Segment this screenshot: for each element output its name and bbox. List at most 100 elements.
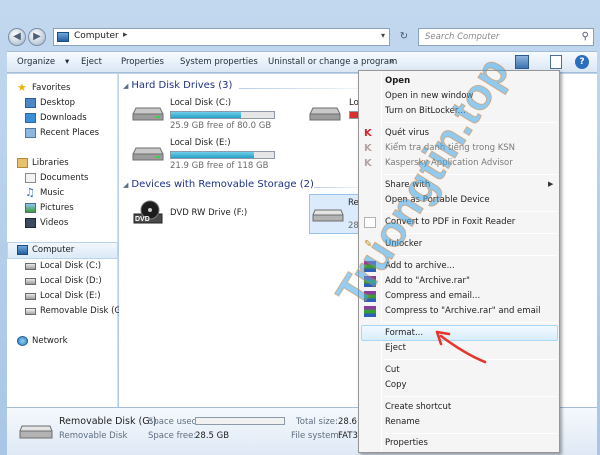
sidebar-item-label: Pictures — [40, 203, 74, 213]
explorer-window: ◀ ▶ Computer ▸ ▾ ↻ Search Computer ⚲ Org… — [0, 0, 600, 455]
menu-item-convert-pdf[interactable]: Convert to PDF in Foxit Reader — [385, 217, 515, 227]
menu-item-open[interactable]: Open — [385, 76, 410, 86]
usb-drive-icon — [25, 308, 36, 315]
forward-button[interactable]: ▶ — [28, 28, 46, 46]
drive-local-disk-d[interactable]: Lo — [309, 98, 359, 138]
sidebar-item-label: Libraries — [32, 158, 69, 168]
menu-separator — [383, 396, 557, 397]
sidebar-item-label: Favorites — [32, 83, 71, 93]
winrar-icon — [364, 261, 376, 272]
context-menu: Open Open in new window Turn on BitLocke… — [358, 70, 560, 453]
videos-icon — [25, 218, 36, 228]
menu-item-kaspersky-advisor[interactable]: Kaspersky Application Advisor — [385, 158, 513, 168]
search-input[interactable]: Search Computer ⚲ — [418, 28, 594, 46]
menu-item-open-new-window[interactable]: Open in new window — [385, 91, 473, 101]
drive-name: Local Disk (C:) — [170, 98, 232, 108]
search-icon[interactable]: ⚲ — [582, 31, 589, 42]
sidebar-item-label: Local Disk (D:) — [40, 276, 102, 286]
drive-local-disk-c[interactable]: Local Disk (C:) 25.9 GB free of 80.0 GB — [132, 98, 292, 138]
menu-item-rename[interactable]: Rename — [385, 417, 420, 427]
group-header-removable[interactable]: ◢ Devices with Removable Storage (2) — [123, 179, 314, 190]
drive-local-disk-e[interactable]: Local Disk (E:) 21.9 GB free of 118 GB — [132, 138, 292, 178]
menu-item-scan-virus[interactable]: Quét virus — [385, 128, 429, 138]
space-free-label: Space free: — [148, 431, 197, 441]
sidebar-item-label: Network — [32, 336, 68, 346]
desktop-icon — [25, 98, 36, 108]
menu-item-properties[interactable]: Properties — [385, 438, 428, 448]
menu-item-add-to-archive-rar[interactable]: Add to "Archive.rar" — [385, 276, 470, 286]
sidebar-item-label: Local Disk (E:) — [40, 291, 101, 301]
hard-drive-icon — [132, 107, 164, 121]
winrar-icon — [364, 276, 376, 287]
sidebar-item-label: Computer — [32, 245, 75, 255]
menu-item-add-to-archive[interactable]: Add to archive... — [385, 261, 455, 271]
sidebar-item-label: Recent Places — [40, 128, 100, 138]
drive-name: DVD RW Drive (F:) — [170, 208, 248, 218]
menu-item-eject[interactable]: Eject — [385, 343, 406, 353]
libraries-icon — [17, 158, 28, 168]
drive-dvd-rw[interactable]: DVD DVD RW Drive (F:) — [132, 198, 292, 238]
menu-item-compress-rar-email[interactable]: Compress to "Archive.rar" and email — [385, 306, 541, 316]
menu-separator — [383, 255, 557, 256]
winrar-icon — [364, 306, 376, 317]
recent-places-icon — [25, 128, 36, 138]
change-view-icon[interactable] — [515, 55, 529, 69]
help-icon[interactable]: ? — [575, 55, 589, 69]
collapse-icon[interactable]: ◢ — [123, 82, 128, 90]
preview-pane-icon[interactable] — [550, 55, 562, 69]
space-used-label: Space used: — [148, 417, 200, 427]
menu-item-turn-on-bitlocker[interactable]: Turn on BitLocker... — [385, 106, 466, 116]
breadcrumb-chevron-icon[interactable]: ▸ — [123, 30, 128, 40]
sidebar-item-label: Local Disk (C:) — [40, 261, 102, 271]
usb-drive-icon — [312, 209, 344, 222]
menu-item-copy[interactable]: Copy — [385, 380, 407, 390]
menu-item-open-portable[interactable]: Open as Portable Device — [385, 195, 490, 205]
file-system-label: File system: — [291, 431, 342, 441]
refresh-icon[interactable]: ↻ — [395, 28, 413, 46]
space-used-bar — [195, 417, 285, 425]
menu-item-cut[interactable]: Cut — [385, 365, 400, 375]
sidebar-item-label: Desktop — [40, 98, 76, 108]
address-toolbar: ◀ ▶ Computer ▸ ▾ ↻ Search Computer ⚲ — [0, 24, 600, 50]
network-icon — [17, 336, 28, 346]
address-bar[interactable]: Computer ▸ ▾ — [53, 28, 390, 46]
breadcrumb[interactable]: Computer — [74, 31, 119, 41]
menu-item-share-with[interactable]: Share with — [385, 180, 430, 190]
drive-free-space: 25.9 GB free of 80.0 GB — [170, 121, 272, 131]
dvd-label: DVD — [135, 216, 150, 223]
collapse-icon[interactable]: ◢ — [123, 181, 128, 189]
kaspersky-reputation-icon: K — [364, 143, 372, 154]
drive-icon — [25, 278, 36, 285]
more-commands-button[interactable]: » — [389, 57, 394, 67]
total-size-label: Total size: — [296, 417, 338, 427]
system-properties-button[interactable]: System properties — [180, 57, 258, 67]
menu-separator — [383, 211, 557, 212]
winrar-icon — [364, 291, 376, 302]
drive-name: Local Disk (E:) — [170, 138, 231, 148]
documents-icon — [25, 173, 36, 183]
back-button[interactable]: ◀ — [8, 28, 26, 46]
group-divider — [239, 88, 359, 89]
organize-button[interactable]: Organize — [17, 57, 55, 67]
computer-icon — [17, 245, 28, 255]
menu-item-check-reputation[interactable]: Kiểm tra danh tiếng trong KSN — [385, 143, 515, 153]
group-header-hard-disks[interactable]: ◢ Hard Disk Drives (3) — [123, 80, 232, 91]
downloads-icon — [25, 113, 36, 123]
uninstall-program-button[interactable]: Uninstall or change a program — [268, 57, 397, 67]
menu-separator — [383, 174, 557, 175]
sidebar-item-label: Videos — [40, 218, 69, 228]
menu-separator — [383, 233, 557, 234]
group-header-label: Hard Disk Drives (3) — [131, 80, 233, 91]
sidebar-item-label: Music — [40, 188, 65, 198]
menu-item-create-shortcut[interactable]: Create shortcut — [385, 402, 451, 412]
chevron-down-icon[interactable]: ▾ — [65, 57, 69, 67]
properties-button[interactable]: Properties — [121, 57, 164, 67]
group-divider — [314, 187, 359, 188]
chevron-down-icon[interactable]: ▾ — [381, 31, 385, 40]
hard-drive-icon — [132, 147, 164, 161]
eject-button[interactable]: Eject — [81, 57, 102, 67]
usb-drive-icon — [19, 425, 53, 439]
menu-item-compress-email[interactable]: Compress and email... — [385, 291, 480, 301]
menu-item-unlocker[interactable]: Unlocker — [385, 239, 422, 249]
menu-item-format[interactable]: Format... — [385, 328, 423, 338]
